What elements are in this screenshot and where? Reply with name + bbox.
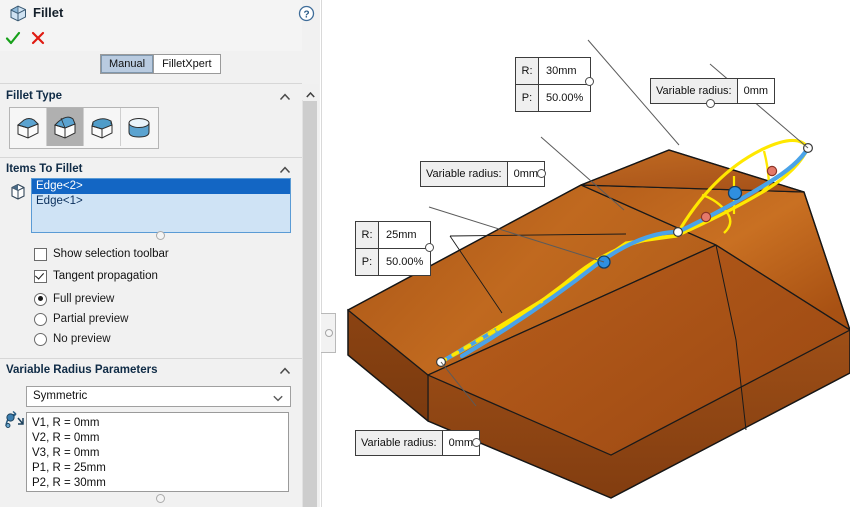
callout-anchor-dot[interactable] bbox=[425, 243, 434, 252]
callout-anchor-dot[interactable] bbox=[585, 77, 594, 86]
list-item[interactable]: V2, R = 0mm bbox=[32, 431, 288, 446]
symmetry-dropdown[interactable]: Symmetric bbox=[26, 386, 291, 407]
resize-grip[interactable] bbox=[156, 494, 165, 503]
list-item[interactable]: Edge<2> bbox=[32, 179, 290, 194]
checkbox-label: Tangent propagation bbox=[53, 270, 158, 282]
mode-tab-group: Manual FilletXpert bbox=[100, 54, 221, 74]
radius-control-point bbox=[727, 185, 743, 201]
section-header-variable-radius[interactable]: Variable Radius Parameters bbox=[0, 362, 302, 382]
svg-text:?: ? bbox=[303, 9, 309, 20]
property-manager-panel: Fillet ? Manual FilletXpert Fillet Type … bbox=[0, 0, 320, 507]
section-title-items-to-fillet: Items To Fillet bbox=[6, 163, 83, 175]
radio-partial-preview[interactable]: Partial preview bbox=[34, 311, 128, 327]
section-header-fillet-type[interactable]: Fillet Type bbox=[0, 88, 302, 108]
radio-button[interactable] bbox=[34, 292, 47, 306]
panel-scrollbar-thumb[interactable] bbox=[303, 101, 317, 507]
list-item[interactable]: V3, R = 0mm bbox=[32, 446, 288, 461]
callout-anchor-dot[interactable] bbox=[706, 99, 715, 108]
checkbox-label: Show selection toolbar bbox=[53, 248, 169, 260]
callout-radius-key: R: bbox=[516, 58, 539, 84]
fillet-feature-icon bbox=[8, 4, 28, 23]
midpoint-marker bbox=[700, 211, 712, 223]
cancel-x-icon[interactable] bbox=[30, 30, 46, 46]
list-item[interactable]: P1, R = 25mm bbox=[32, 461, 288, 476]
vertex-marker bbox=[673, 227, 684, 238]
splitter-dot-icon bbox=[325, 329, 333, 337]
callout-percent-key: P: bbox=[516, 85, 539, 111]
callout-key: Variable radius: bbox=[651, 79, 738, 103]
chevron-down-icon[interactable] bbox=[273, 393, 283, 402]
resize-grip[interactable] bbox=[156, 231, 165, 240]
checkbox-box[interactable] bbox=[34, 269, 47, 283]
variable-radius-callout-v1[interactable]: Variable radius: 0mm bbox=[355, 430, 481, 456]
list-item[interactable]: P2, R = 30mm bbox=[32, 476, 288, 491]
divider-items bbox=[0, 157, 302, 158]
callout-percent-value[interactable]: 50.00% bbox=[539, 85, 590, 111]
radio-no-preview[interactable]: No preview bbox=[34, 331, 111, 347]
callout-value[interactable]: 0mm bbox=[737, 79, 775, 103]
callout-radius-value[interactable]: 30mm bbox=[539, 58, 584, 84]
edge-selection-list[interactable]: Edge<2> Edge<1> bbox=[31, 178, 291, 233]
chevron-up-icon bbox=[306, 89, 315, 98]
section-title-variable-radius: Variable Radius Parameters bbox=[6, 364, 158, 376]
callout-key: Variable radius: bbox=[356, 431, 443, 455]
ok-check-icon[interactable] bbox=[5, 30, 21, 46]
callout-radius-key: R: bbox=[356, 222, 379, 248]
page-title: Fillet bbox=[33, 5, 64, 20]
symmetry-dropdown-value: Symmetric bbox=[33, 390, 88, 402]
variable-radius-list[interactable]: V1, R = 0mm V2, R = 0mm V3, R = 0mm P1, … bbox=[26, 412, 289, 492]
chevron-up-icon[interactable] bbox=[279, 92, 291, 102]
section-title-fillet-type: Fillet Type bbox=[6, 90, 63, 102]
full-round-fillet-icon[interactable] bbox=[121, 108, 157, 146]
radio-label: Partial preview bbox=[53, 313, 129, 325]
fillet-type-button-group bbox=[9, 107, 159, 149]
chevron-up-icon[interactable] bbox=[279, 366, 291, 376]
face-fillet-icon[interactable] bbox=[84, 108, 121, 146]
callout-percent-value[interactable]: 50.00% bbox=[379, 249, 430, 275]
radius-point-callout-p1[interactable]: R: 25mm P: 50.00% bbox=[355, 221, 432, 276]
checkbox-tangent-propagation[interactable]: Tangent propagation bbox=[34, 268, 158, 284]
radio-button[interactable] bbox=[34, 332, 47, 346]
callout-radius-value[interactable]: 25mm bbox=[379, 222, 424, 248]
callout-key: Variable radius: bbox=[421, 162, 508, 186]
tab-manual[interactable]: Manual bbox=[101, 55, 155, 73]
radio-button[interactable] bbox=[34, 312, 47, 326]
solidworks-fillet-window: Fillet ? Manual FilletXpert Fillet Type … bbox=[0, 0, 850, 507]
radio-full-preview[interactable]: Full preview bbox=[34, 291, 114, 307]
property-manager-content: Fillet ? Manual FilletXpert Fillet Type … bbox=[0, 0, 315, 507]
radius-point-callout-p2[interactable]: R: 30mm P: 50.00% bbox=[515, 57, 592, 112]
callout-anchor-dot[interactable] bbox=[472, 438, 481, 447]
list-item[interactable]: Edge<1> bbox=[32, 194, 290, 209]
help-icon[interactable]: ? bbox=[298, 5, 315, 22]
callout-anchor-dot[interactable] bbox=[537, 169, 546, 178]
checkbox-box[interactable] bbox=[34, 247, 47, 261]
chevron-up-icon[interactable] bbox=[279, 165, 291, 175]
divider-variable-radius bbox=[0, 358, 302, 359]
edge-selection-icon bbox=[8, 182, 28, 202]
midpoint-marker bbox=[766, 165, 778, 177]
radio-label: Full preview bbox=[53, 293, 115, 305]
variable-radius-parameters-icon bbox=[4, 410, 26, 431]
divider-top bbox=[0, 83, 302, 84]
variable-radius-callout-v2[interactable]: Variable radius: 0mm bbox=[420, 161, 546, 187]
radio-label: No preview bbox=[53, 333, 111, 345]
checkbox-show-selection-toolbar[interactable]: Show selection toolbar bbox=[34, 246, 169, 262]
tab-filletxpert[interactable]: FilletXpert bbox=[154, 55, 220, 73]
panel-splitter[interactable] bbox=[321, 0, 336, 507]
variable-size-fillet-icon[interactable] bbox=[47, 108, 84, 146]
constant-size-fillet-icon[interactable] bbox=[10, 108, 47, 146]
list-item[interactable]: V1, R = 0mm bbox=[32, 416, 288, 431]
callout-percent-key: P: bbox=[356, 249, 379, 275]
